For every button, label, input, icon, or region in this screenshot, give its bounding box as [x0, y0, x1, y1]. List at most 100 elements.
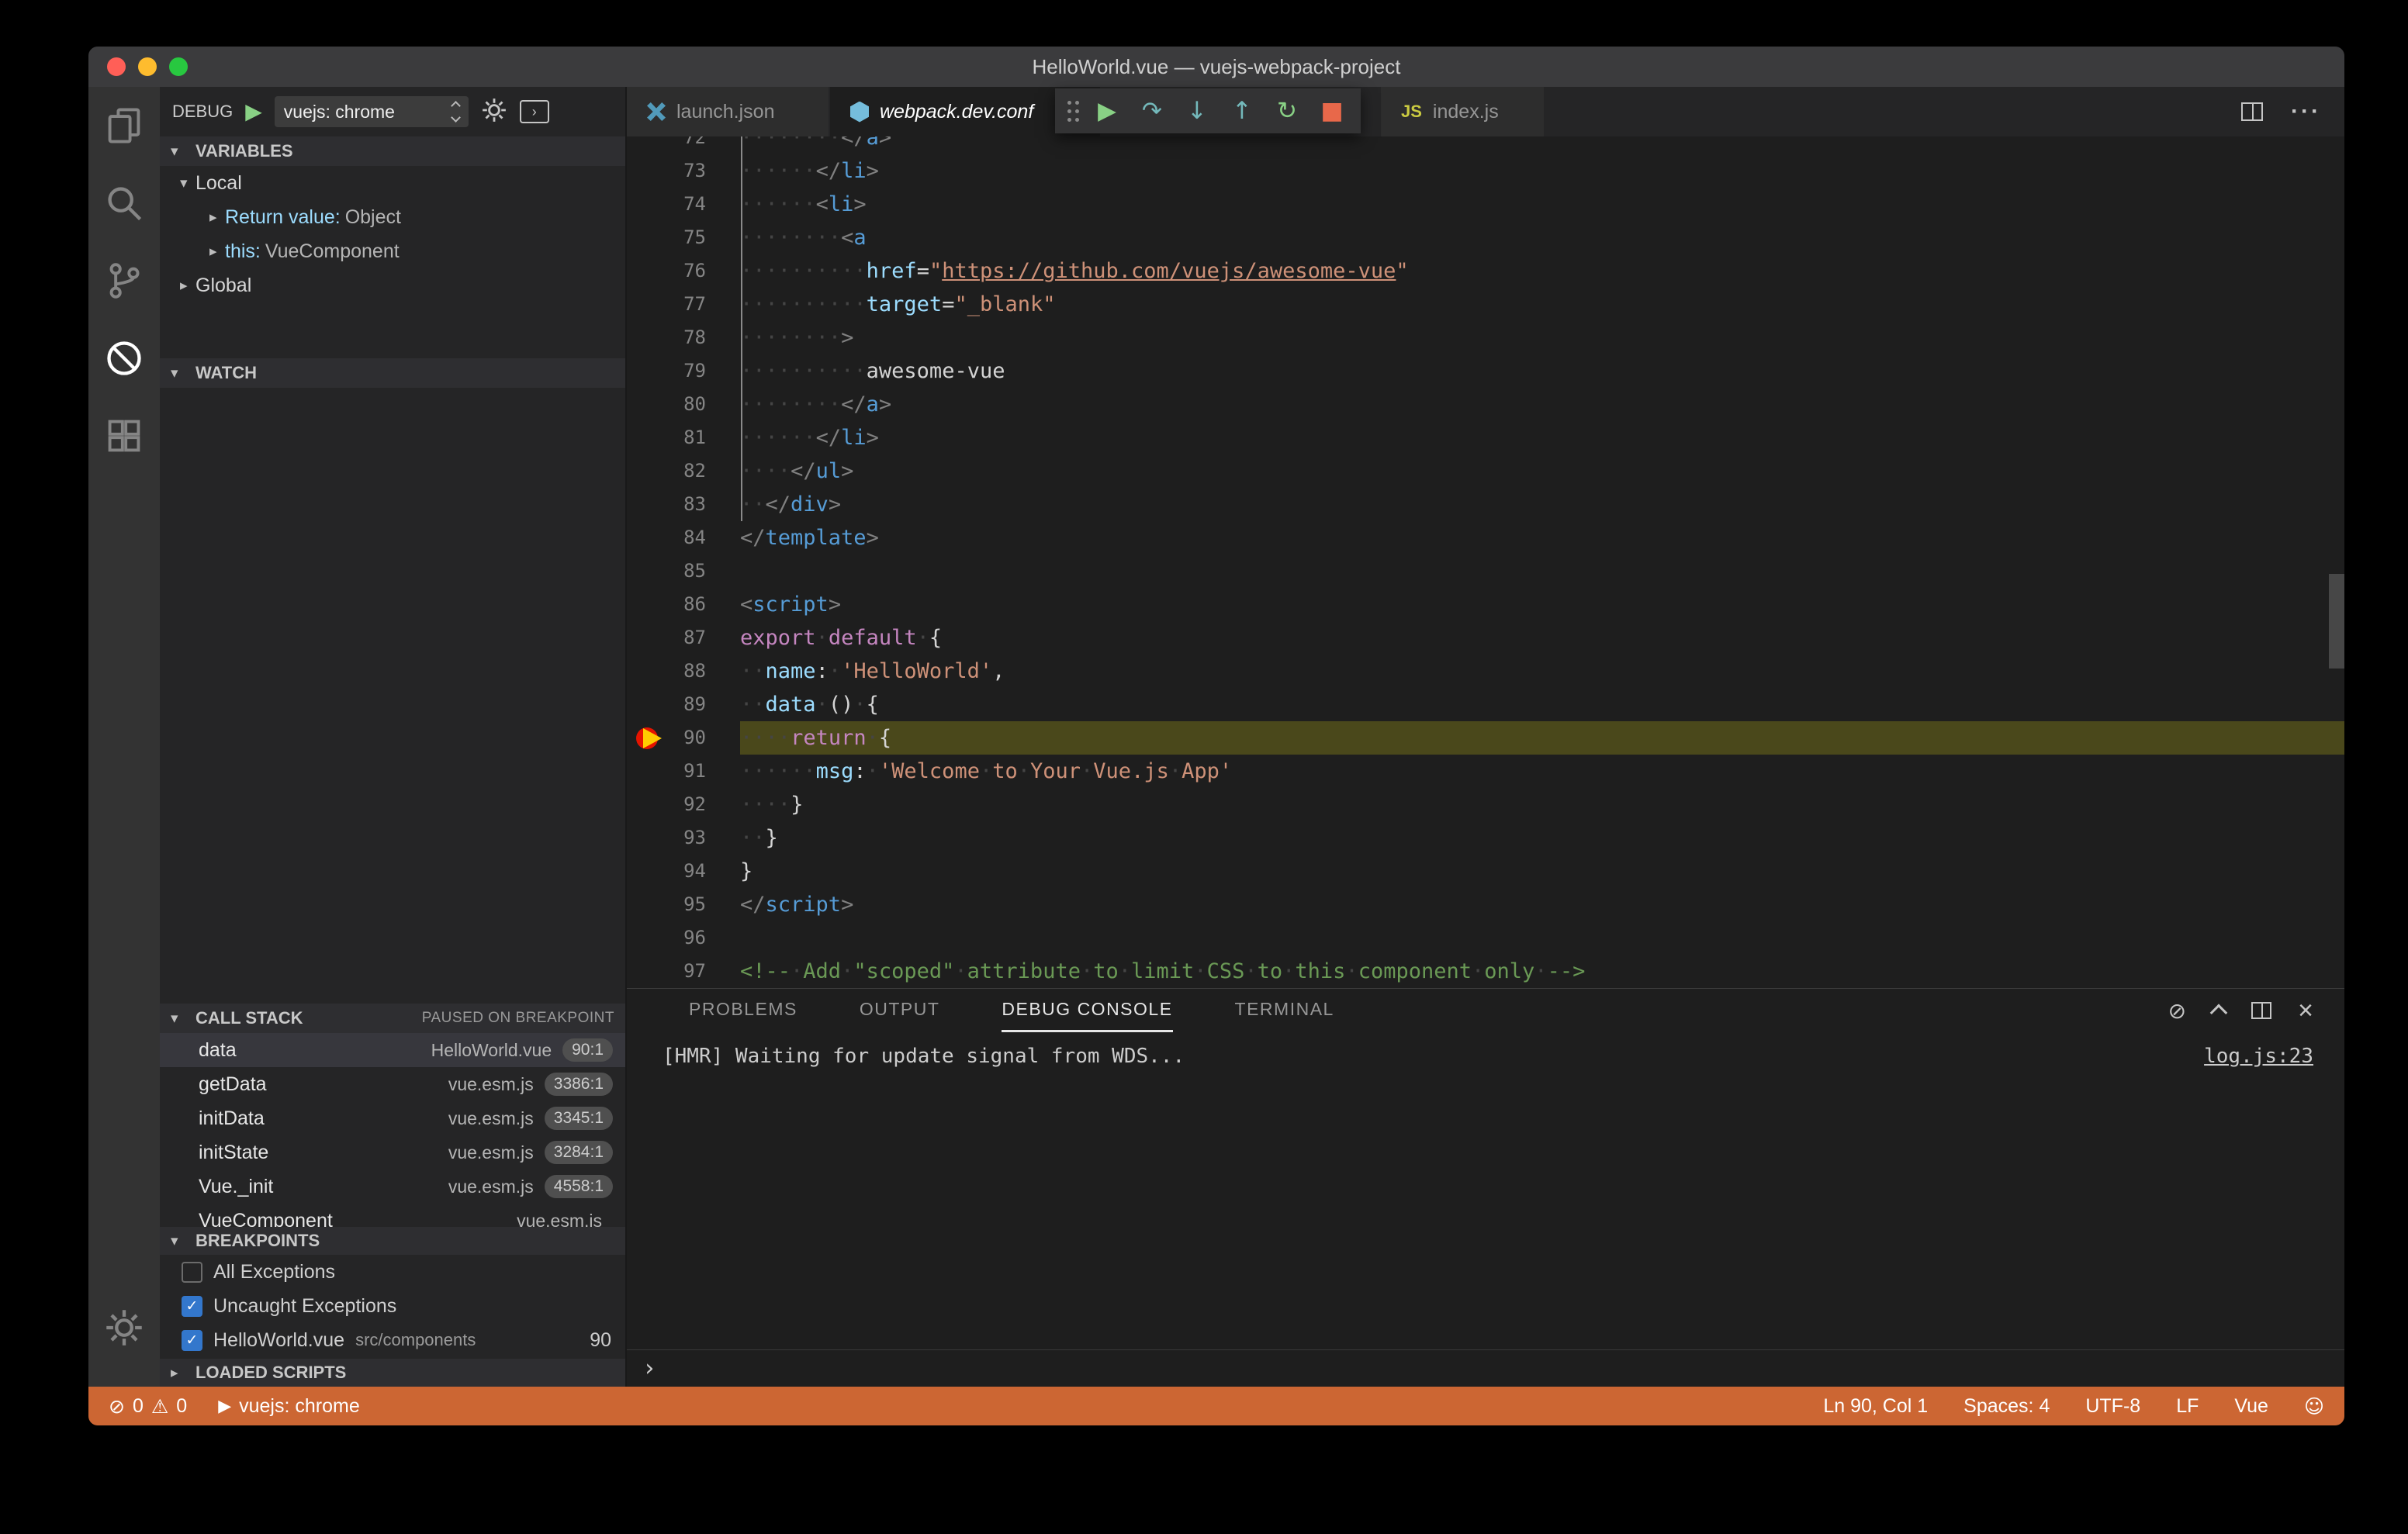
- code-line-content[interactable]: <!--·Add·"scoped"·attribute·to·limit·CSS…: [740, 955, 2344, 988]
- call-stack-frame[interactable]: initStatevue.esm.js3284:1: [160, 1135, 625, 1170]
- line-number[interactable]: 94: [627, 855, 740, 888]
- code-line[interactable]: 75········<a: [627, 221, 2344, 254]
- start-debug-button[interactable]: ▶: [245, 101, 262, 123]
- variable-row[interactable]: ▸Return value:Object: [160, 200, 625, 234]
- line-number[interactable]: 78: [627, 321, 740, 354]
- code-line[interactable]: 93··}: [627, 821, 2344, 855]
- code-line-content[interactable]: ··}: [740, 821, 2344, 855]
- code-line-content[interactable]: ······<li>: [740, 188, 2344, 221]
- code-line-content[interactable]: <script>: [740, 588, 2344, 621]
- line-number[interactable]: 91: [627, 755, 740, 788]
- feedback-smiley-icon[interactable]: ☺: [2304, 1395, 2324, 1418]
- line-number[interactable]: 84: [627, 521, 740, 555]
- variable-row[interactable]: ▸this:VueComponent: [160, 234, 625, 268]
- language-mode-status[interactable]: Vue: [2234, 1395, 2268, 1418]
- code-line-content[interactable]: </template>: [740, 521, 2344, 555]
- code-line-content[interactable]: [740, 921, 2344, 955]
- editor-scrollbar[interactable]: [2329, 574, 2344, 669]
- cursor-position-status[interactable]: Ln 90, Col 1: [1823, 1395, 1928, 1418]
- console-source-link[interactable]: log.js:23: [2204, 1045, 2313, 1068]
- more-actions-icon[interactable]: ···: [2291, 98, 2321, 125]
- line-number[interactable]: 95: [627, 888, 740, 921]
- code-line[interactable]: 90····return·{: [627, 721, 2344, 755]
- code-line[interactable]: 72········</a>: [627, 136, 2344, 154]
- chevron-right-icon[interactable]: ▸: [209, 209, 225, 226]
- debug-console-icon[interactable]: ›: [520, 100, 549, 123]
- code-line-content[interactable]: ··</div>: [740, 488, 2344, 521]
- code-line[interactable]: 79··········awesome-vue: [627, 354, 2344, 388]
- line-number[interactable]: 85: [627, 555, 740, 588]
- line-number[interactable]: 77: [627, 288, 740, 321]
- step-into-button[interactable]: ↓: [1176, 91, 1218, 131]
- debug-config-dropdown[interactable]: vuejs: chrome: [275, 96, 469, 127]
- continue-button[interactable]: ▶: [1086, 91, 1128, 131]
- breakpoints-section-header[interactable]: ▾ BREAKPOINTS: [160, 1227, 625, 1255]
- variables-section-header[interactable]: ▾ VARIABLES: [160, 136, 625, 166]
- code-line[interactable]: 96: [627, 921, 2344, 955]
- code-line-content[interactable]: ····</ul>: [740, 454, 2344, 488]
- chevron-down-icon[interactable]: ▾: [180, 174, 195, 192]
- split-editor-icon[interactable]: [2241, 102, 2263, 121]
- code-line-content[interactable]: ········</a>: [740, 136, 2344, 154]
- line-number[interactable]: 90: [627, 721, 740, 755]
- breakpoint-row[interactable]: All Exceptions: [160, 1255, 625, 1289]
- tab-debug-console[interactable]: DEBUG CONSOLE: [1002, 989, 1172, 1032]
- code-line[interactable]: 84</template>: [627, 521, 2344, 555]
- line-number[interactable]: 89: [627, 688, 740, 721]
- tab-launch-json[interactable]: launch.json: [627, 87, 830, 136]
- code-line-content[interactable]: </script>: [740, 888, 2344, 921]
- code-line-content[interactable]: ········<a: [740, 221, 2344, 254]
- line-number[interactable]: 93: [627, 821, 740, 855]
- line-number[interactable]: 80: [627, 388, 740, 421]
- variables-scope-row[interactable]: ▾Local: [160, 166, 625, 200]
- tab-output[interactable]: OUTPUT: [860, 989, 940, 1032]
- code-line-content[interactable]: ··data·()·{: [740, 688, 2344, 721]
- call-stack-frame[interactable]: getDatavue.esm.js3386:1: [160, 1067, 625, 1101]
- code-line-content[interactable]: ········>: [740, 321, 2344, 354]
- chevron-right-icon[interactable]: ▸: [180, 277, 195, 294]
- line-number[interactable]: 96: [627, 921, 740, 955]
- call-stack-section-header[interactable]: ▾ CALL STACK PAUSED ON BREAKPOINT: [160, 1004, 625, 1033]
- tab-terminal[interactable]: TERMINAL: [1235, 989, 1334, 1032]
- code-line[interactable]: 85: [627, 555, 2344, 588]
- code-line[interactable]: 82····</ul>: [627, 454, 2344, 488]
- code-line-content[interactable]: ······</li>: [740, 154, 2344, 188]
- restart-button[interactable]: ↻: [1266, 91, 1308, 131]
- line-number[interactable]: 81: [627, 421, 740, 454]
- code-line[interactable]: 95</script>: [627, 888, 2344, 921]
- code-line-content[interactable]: ········</a>: [740, 388, 2344, 421]
- line-number[interactable]: 72: [627, 136, 740, 154]
- line-number[interactable]: 83: [627, 488, 740, 521]
- search-icon[interactable]: [88, 164, 160, 242]
- line-number[interactable]: 87: [627, 621, 740, 655]
- zoom-window-button[interactable]: [169, 57, 188, 76]
- code-line-content[interactable]: ··········href="https://github.com/vuejs…: [740, 254, 2344, 288]
- indentation-status[interactable]: Spaces: 4: [1963, 1395, 2050, 1418]
- close-panel-icon[interactable]: ×: [2298, 997, 2313, 1024]
- tab-problems[interactable]: PROBLEMS: [689, 989, 797, 1032]
- code-line[interactable]: 86<script>: [627, 588, 2344, 621]
- code-line[interactable]: 73······</li>: [627, 154, 2344, 188]
- debug-target-status[interactable]: ▶ vuejs: chrome: [218, 1395, 360, 1418]
- tab-index-js[interactable]: JS index.js: [1381, 87, 1545, 136]
- breakpoint-row[interactable]: ✓HelloWorld.vuesrc/components90: [160, 1323, 625, 1357]
- code-line[interactable]: 88··name:·'HelloWorld',: [627, 655, 2344, 688]
- line-number[interactable]: 79: [627, 354, 740, 388]
- drag-handle-icon[interactable]: [1063, 91, 1083, 131]
- line-number[interactable]: 97: [627, 955, 740, 988]
- breakpoint-checkbox[interactable]: [182, 1262, 202, 1283]
- code-line-content[interactable]: ··········target="_blank": [740, 288, 2344, 321]
- call-stack-frame[interactable]: initDatavue.esm.js3345:1: [160, 1101, 625, 1135]
- step-over-button[interactable]: ↷: [1131, 91, 1173, 131]
- clear-console-icon[interactable]: ⊘: [2168, 998, 2186, 1024]
- line-number[interactable]: 76: [627, 254, 740, 288]
- code-line[interactable]: 81······</li>: [627, 421, 2344, 454]
- extensions-icon[interactable]: [88, 397, 160, 475]
- code-line[interactable]: 94}: [627, 855, 2344, 888]
- code-line[interactable]: 80········</a>: [627, 388, 2344, 421]
- code-line-content[interactable]: ······msg:·'Welcome·to·Your·Vue.js·App': [740, 755, 2344, 788]
- close-window-button[interactable]: [107, 57, 126, 76]
- line-number[interactable]: 73: [627, 154, 740, 188]
- code-line[interactable]: 89··data·()·{: [627, 688, 2344, 721]
- split-panel-icon[interactable]: [2251, 1002, 2271, 1019]
